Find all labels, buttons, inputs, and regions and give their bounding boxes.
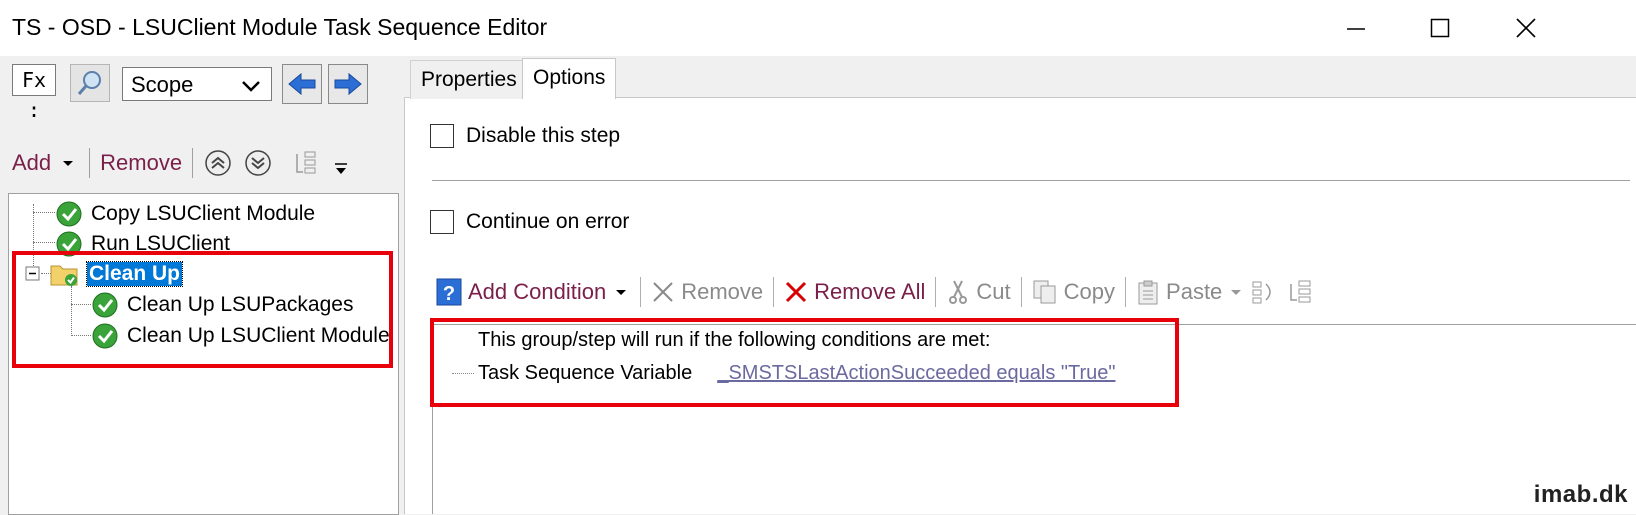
dropdown-arrow-icon [616, 290, 627, 295]
group-icon[interactable] [1286, 278, 1316, 306]
move-up-icon[interactable] [203, 148, 233, 178]
copy-label: Copy [1063, 279, 1116, 304]
watermark: imab.dk [1533, 481, 1628, 508]
window-title: TS - OSD - LSUClient Module Task Sequenc… [12, 14, 548, 40]
remove-condition-button[interactable]: Remove [651, 279, 763, 305]
disable-step-label: Disable this step [466, 124, 621, 147]
paste-button[interactable]: Paste [1136, 279, 1244, 305]
svg-text:?: ? [443, 283, 455, 305]
cut-label: Cut [976, 279, 1011, 304]
chevron-down-icon [242, 81, 260, 92]
add-condition-button[interactable]: ? Add Condition [436, 278, 630, 306]
condition-toolbar: ? Add Condition Remove Remove All Cut Co… [436, 274, 1316, 310]
tree-toolbar: Add Remove [12, 146, 349, 180]
cut-button[interactable]: Cut [946, 279, 1011, 305]
disable-step-checkbox[interactable]: Disable this step [430, 124, 620, 148]
highlight-box [12, 251, 393, 368]
remove-all-label: Remove All [814, 279, 926, 304]
remove-all-icon [786, 281, 807, 303]
remove-icon [653, 282, 673, 302]
add-button[interactable]: Add [12, 150, 51, 176]
divider [432, 180, 1630, 181]
tree-item[interactable]: Copy LSUClient Module [55, 200, 315, 228]
continue-on-error-checkbox[interactable]: Continue on error [430, 210, 629, 234]
previous-button[interactable] [282, 64, 322, 104]
separator [89, 148, 91, 178]
paste-label: Paste [1166, 279, 1223, 304]
scope-dropdown[interactable]: Scope [122, 67, 272, 101]
tab-properties[interactable]: Properties [410, 60, 528, 99]
dropdown-arrow-icon [63, 161, 74, 166]
remove-all-button[interactable]: Remove All [784, 279, 925, 305]
checkbox[interactable] [430, 210, 454, 234]
scissors-icon [949, 280, 968, 304]
remove-button[interactable]: Remove [100, 150, 182, 176]
next-button[interactable] [328, 64, 368, 104]
overflow-icon[interactable] [333, 161, 349, 177]
remove-label: Remove [681, 279, 764, 304]
search-button[interactable] [70, 64, 110, 102]
maximize-button[interactable] [1410, 8, 1470, 48]
highlight-box [430, 318, 1179, 407]
maximize-icon [1430, 18, 1450, 38]
dropdown-arrow-icon [1231, 290, 1242, 295]
fx-label: Fx : [12, 64, 56, 122]
clipboard-icon [1138, 280, 1158, 305]
tab-options[interactable]: Options [522, 58, 617, 99]
checkbox[interactable] [430, 124, 454, 148]
tree-item-label: Copy LSUClient Module [91, 202, 316, 225]
close-button[interactable] [1496, 8, 1556, 48]
close-icon [1516, 18, 1536, 38]
group-icon [296, 151, 316, 174]
minimize-button[interactable] [1326, 8, 1386, 48]
minimize-icon [1347, 28, 1365, 30]
continue-on-error-label: Continue on error [466, 210, 630, 233]
check-icon [56, 201, 82, 227]
move-down-icon[interactable] [243, 148, 273, 178]
search-icon [77, 71, 101, 95]
properties-icon[interactable] [1250, 278, 1278, 306]
help-icon: ? [436, 278, 462, 306]
arrow-left-icon [288, 72, 316, 96]
copy-icon [1033, 280, 1056, 304]
add-condition-label: Add Condition [468, 279, 607, 304]
scope-value: Scope [131, 72, 194, 97]
separator [192, 148, 194, 178]
copy-button[interactable]: Copy [1032, 279, 1115, 305]
arrow-right-icon [334, 72, 362, 96]
